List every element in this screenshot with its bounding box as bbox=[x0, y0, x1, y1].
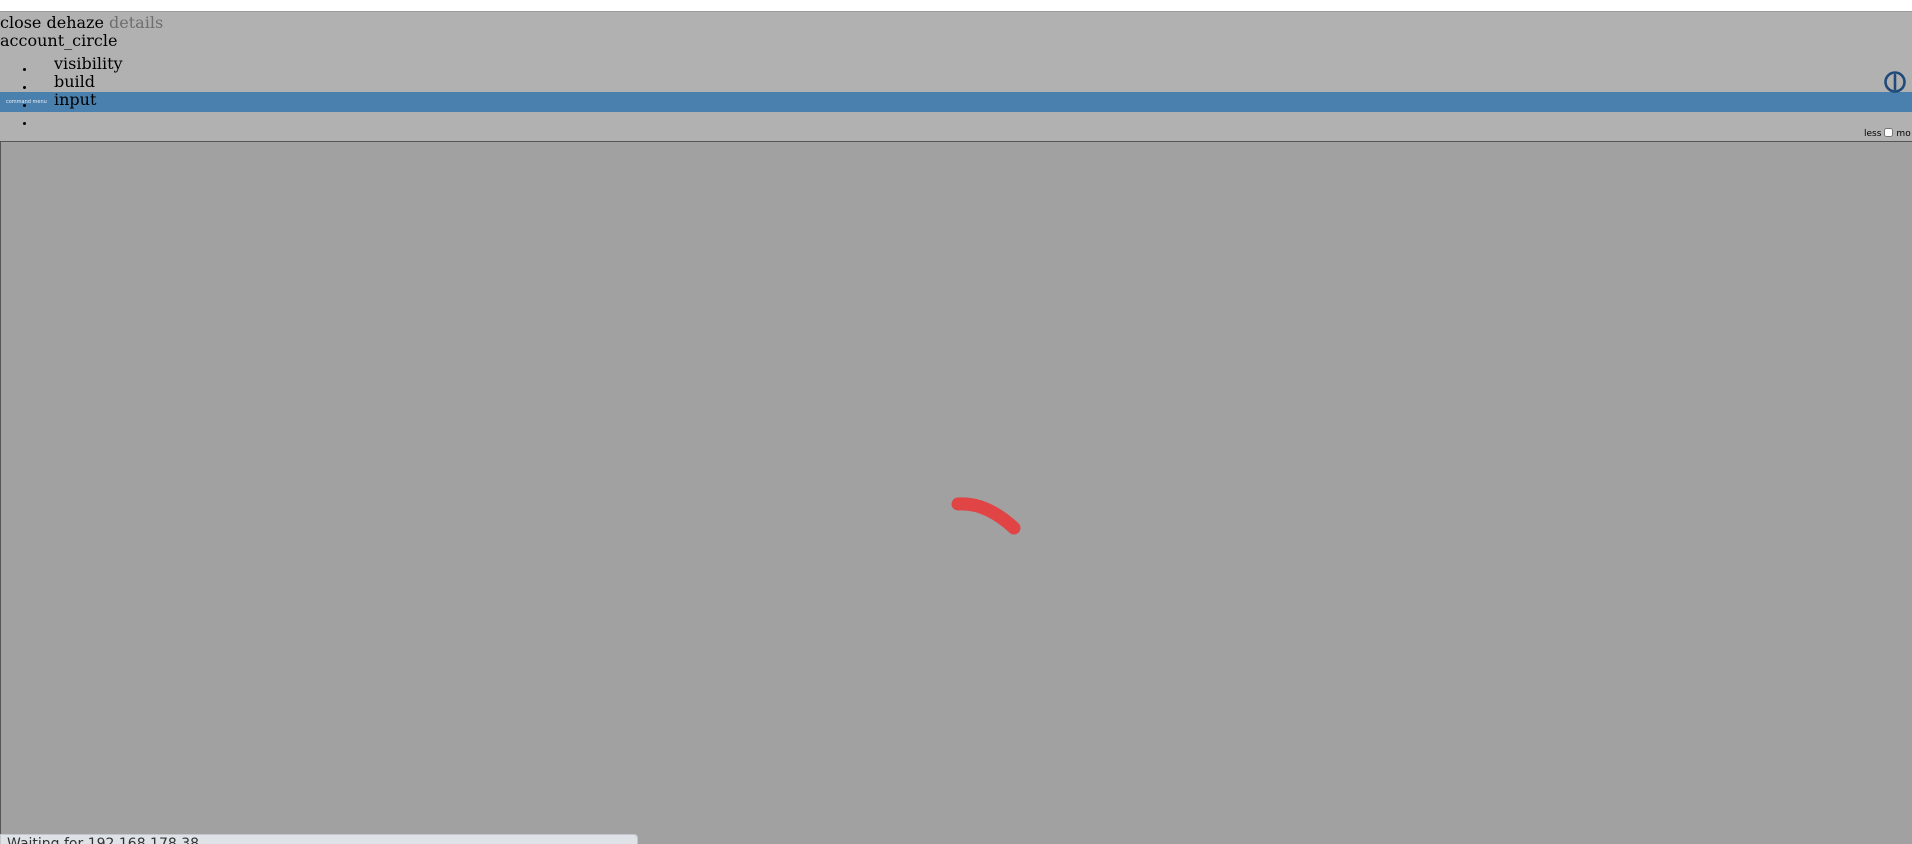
build-icon: build bbox=[54, 72, 96, 91]
close-icon[interactable]: close bbox=[0, 13, 41, 32]
window-top-edge bbox=[0, 0, 1912, 12]
nav-list: visibility build input bbox=[0, 55, 123, 127]
account-circle-icon[interactable]: account_circle bbox=[0, 31, 117, 50]
top-links: close dehaze details bbox=[0, 13, 163, 32]
detail-toggle: less mo bbox=[1864, 128, 1912, 140]
nav-item-input[interactable]: input bbox=[0, 91, 123, 109]
detail-checkbox[interactable] bbox=[1884, 128, 1894, 137]
status-bar: Waiting for 192.168.178.38... bbox=[0, 834, 638, 844]
input-icon: input bbox=[54, 90, 97, 109]
nav-item-build[interactable]: build bbox=[0, 73, 123, 91]
nav-item-visibility[interactable]: visibility bbox=[0, 55, 123, 73]
power-icon[interactable] bbox=[1883, 70, 1907, 94]
menu-icon[interactable]: dehaze bbox=[46, 13, 103, 32]
less-label: less bbox=[1864, 129, 1882, 139]
visibility-icon: visibility bbox=[54, 54, 123, 73]
main-content-area bbox=[0, 141, 1912, 844]
header: close dehaze details account_circle comm… bbox=[0, 12, 1912, 142]
nav-item-empty[interactable] bbox=[0, 109, 123, 127]
more-label: mo bbox=[1896, 129, 1911, 139]
loading-spinner bbox=[951, 497, 1021, 535]
details-icon[interactable]: details bbox=[109, 13, 163, 32]
selected-nav-bar: command menu bbox=[0, 92, 1912, 112]
